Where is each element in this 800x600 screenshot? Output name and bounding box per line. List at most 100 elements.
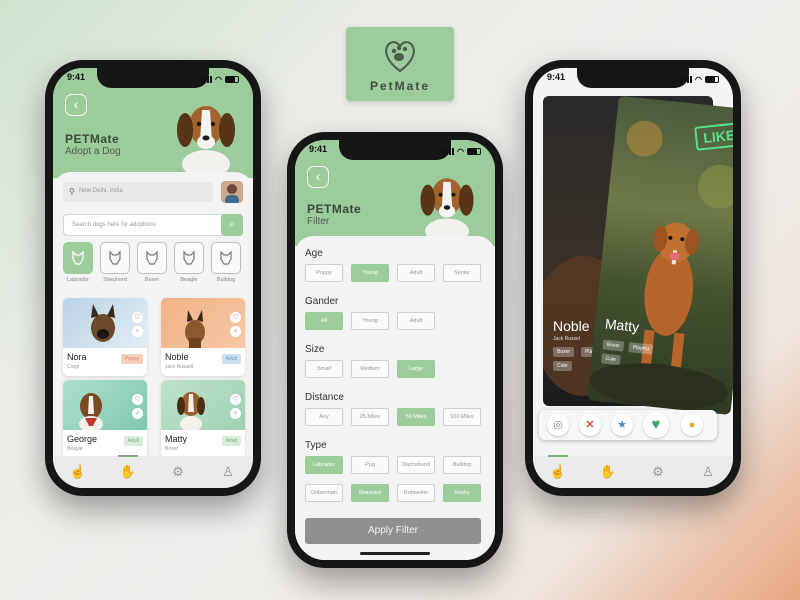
apply-filter-button[interactable]: Apply Filter (305, 518, 481, 544)
pet-photo (161, 298, 245, 348)
hand-paw-icon: ✋ (119, 464, 137, 479)
back-chip-cute: Cute (553, 361, 572, 371)
breed-shepherd[interactable]: Shepherd (100, 242, 130, 283)
heart-icon[interactable]: ♡ (132, 394, 143, 405)
option-25-miles[interactable]: 25 Miles (351, 408, 389, 426)
option-small[interactable]: Small (305, 360, 343, 378)
tab-settings[interactable]: ⚙ (164, 464, 192, 480)
wifi-icon: ◠ (695, 74, 702, 84)
status-time: 9:41 (309, 144, 328, 154)
status-time: 9:41 (547, 72, 566, 82)
superlike-button[interactable]: ★ (611, 414, 633, 436)
female-icon: ♀ (230, 326, 241, 337)
pet-card[interactable]: ♡ ♂ George Beagle Adult (63, 380, 147, 458)
option-bulldog[interactable]: Bulldog (443, 456, 481, 474)
option-50-miles[interactable]: 50 Miles (397, 408, 435, 426)
battery-icon (705, 75, 719, 83)
pet-age-badge: Adult (123, 436, 143, 446)
pet-photo (63, 380, 147, 430)
heart-icon[interactable]: ♡ (230, 312, 241, 323)
pet-breed: Boxer (165, 446, 179, 452)
beagle-photo (420, 178, 474, 240)
tab-adopt[interactable]: ✋ (594, 464, 622, 480)
tab-settings[interactable]: ⚙ (644, 464, 672, 480)
breed-labrador[interactable]: Labrador (63, 242, 93, 283)
heart-icon[interactable]: ♡ (230, 394, 241, 405)
option-rottweiler[interactable]: Rottweiler (397, 484, 435, 502)
pet-card[interactable]: ♡ ♀ Nora Corgi Puppy (63, 298, 147, 376)
option-medium[interactable]: Medium (351, 360, 389, 378)
message-button[interactable]: ● (681, 414, 703, 436)
option-pug[interactable]: Pug (351, 456, 389, 474)
option-adult[interactable]: Adult (397, 264, 435, 282)
option-young[interactable]: Young (351, 312, 389, 330)
pet-card[interactable]: ♡ ♀ Noble Jack Russell Adult (161, 298, 245, 376)
heart-icon[interactable]: ♡ (132, 312, 143, 323)
option-young[interactable]: Young (351, 264, 389, 282)
search-input[interactable]: Search dogs here for adoptions ⌕ (63, 214, 243, 236)
option-doberman[interactable]: Doberman (305, 484, 343, 502)
petmate-logo: PetMate (346, 27, 454, 101)
chat-icon: ● (688, 419, 696, 431)
breed-label: Labrador (66, 277, 90, 283)
option-large[interactable]: Large (397, 360, 435, 378)
rewind-icon: ◎ (553, 419, 563, 431)
option-puppy[interactable]: Puppy (305, 264, 343, 282)
avatar[interactable] (221, 181, 243, 203)
pet-breed: Jack Russell (165, 364, 194, 370)
option-dachshund[interactable]: Dachshund (397, 456, 435, 474)
option-adult[interactable]: Adult (397, 312, 435, 330)
phone-filter: 9:41 ◠ ‹ PETMate Filter Age Puppy Young … (287, 132, 503, 568)
tab-explore[interactable]: ☝ (64, 464, 92, 480)
option-labrador[interactable]: Labrador (305, 456, 343, 474)
pet-age-badge: Adult (221, 436, 241, 446)
home-content: ⚲ New Delhi, India Search dogs here for a… (53, 172, 253, 458)
dislike-button[interactable]: ✕ (579, 414, 601, 436)
front-chip-boxer: Boxer (602, 339, 625, 352)
back-pet-breed: Jack Russel (553, 336, 580, 342)
pet-photo (161, 380, 245, 430)
status-bar: 9:41 ◠ (309, 144, 481, 158)
option-husky[interactable]: Husky (443, 484, 481, 502)
star-icon: ★ (617, 419, 627, 431)
option-all[interactable]: All (305, 312, 343, 330)
heart-icon: ♥ (651, 416, 661, 433)
hand-paw-icon: ✋ (599, 464, 617, 479)
option-senior[interactable]: Senior (443, 264, 481, 282)
dog-icon (72, 250, 84, 265)
like-stamp: LIKE (694, 121, 733, 151)
back-button[interactable]: ‹ (65, 94, 87, 116)
like-button[interactable]: ♥ (643, 412, 669, 438)
search-button[interactable]: ⌕ (221, 214, 243, 236)
pet-card[interactable]: ♡ ♀ Matty Boxer Adult (161, 380, 245, 458)
dog-icon (146, 250, 158, 265)
swipe-actions: ◎ ✕ ★ ♥ ● (539, 410, 717, 440)
tab-bar: ☝ ✋ ⚙ ♙ (533, 455, 733, 488)
tab-profile[interactable]: ♙ (214, 464, 242, 480)
tab-explore[interactable]: ☝ (544, 455, 572, 480)
tab-profile[interactable]: ♙ (694, 464, 722, 480)
swipe-screen: 9:41 ◠ Noble Jack Russel Boxer Playing C… (533, 68, 733, 488)
signal-icon (681, 75, 693, 83)
tab-adopt[interactable]: ✋ (114, 455, 142, 480)
status-bar: 9:41 ◠ (547, 72, 719, 86)
brand-name: PETMate (65, 132, 120, 146)
male-icon: ♂ (132, 408, 143, 419)
beagle-photo (177, 106, 235, 172)
breed-boxer[interactable]: Boxer (137, 242, 167, 283)
location-field[interactable]: ⚲ New Delhi, India (63, 182, 213, 202)
pet-breed: Corgi (67, 364, 79, 370)
breed-label: Shepherd (103, 277, 127, 283)
female-icon: ♀ (132, 326, 143, 337)
option-any[interactable]: Any (305, 408, 343, 426)
home-indicator (360, 552, 430, 555)
breed-beagle[interactable]: Beagle (174, 242, 204, 283)
option-100-miles[interactable]: 100 Miles (443, 408, 481, 426)
section-gender: Gander (305, 296, 339, 307)
option-sharpard[interactable]: Sharpard (351, 484, 389, 502)
breed-bulldog[interactable]: Bulldog (211, 242, 241, 283)
rewind-button[interactable]: ◎ (547, 414, 569, 436)
signal-icon (201, 75, 213, 83)
back-button[interactable]: ‹ (307, 166, 329, 188)
pet-photo (63, 298, 147, 348)
